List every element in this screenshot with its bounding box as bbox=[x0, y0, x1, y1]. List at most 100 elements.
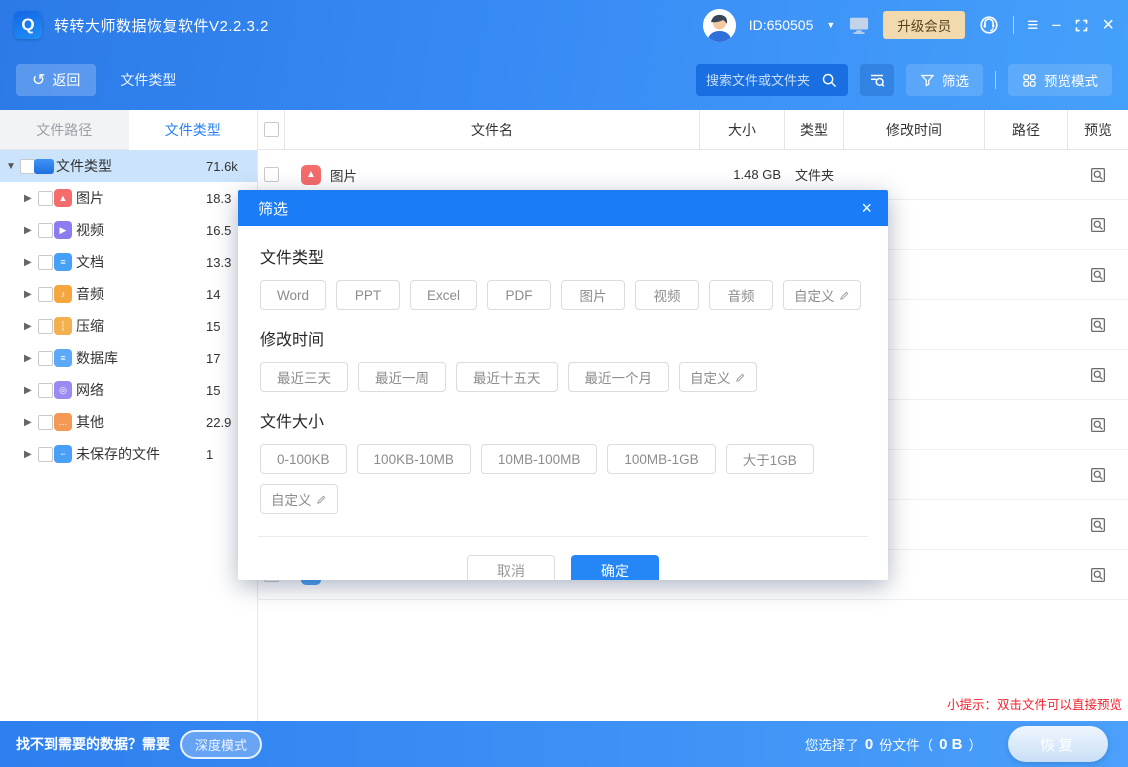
caret-right-icon[interactable]: ▶ bbox=[24, 321, 32, 332]
dialog-close-icon[interactable]: × bbox=[861, 199, 872, 217]
tree-item-archive[interactable]: ▶ ┆ 压缩 15 bbox=[0, 310, 257, 342]
tree-item-checkbox[interactable] bbox=[38, 447, 53, 462]
preview-icon[interactable] bbox=[1068, 516, 1128, 534]
tree-item-video[interactable]: ▶ ▶ 视频 16.5 bbox=[0, 214, 257, 246]
pencil-icon bbox=[316, 494, 327, 505]
row-checkbox[interactable] bbox=[264, 167, 279, 182]
preview-icon[interactable] bbox=[1068, 266, 1128, 284]
audio-icon: ♪ bbox=[54, 285, 72, 303]
chip-last-15-days[interactable]: 最近十五天 bbox=[456, 362, 558, 392]
preview-icon[interactable] bbox=[1068, 466, 1128, 484]
search-box[interactable] bbox=[696, 64, 848, 96]
caret-right-icon[interactable]: ▶ bbox=[24, 353, 32, 364]
avatar[interactable] bbox=[703, 9, 736, 42]
list-search-button[interactable] bbox=[860, 64, 894, 96]
caret-right-icon[interactable]: ▶ bbox=[24, 417, 32, 428]
tree-item-audio[interactable]: ▶ ♪ 音频 14 bbox=[0, 278, 257, 310]
preview-mode-label: 预览模式 bbox=[1044, 70, 1098, 90]
tree-item-checkbox[interactable] bbox=[38, 351, 53, 366]
tree-item-count: 18.3 bbox=[206, 191, 231, 206]
preview-mode-button[interactable]: 预览模式 bbox=[1008, 64, 1112, 96]
cancel-button[interactable]: 取消 bbox=[467, 555, 555, 580]
tree-root-file-type[interactable]: ▼ 文件类型 71.6k bbox=[0, 150, 257, 182]
upgrade-member-button[interactable]: 升级会员 bbox=[883, 11, 965, 39]
chip-100kb-10mb[interactable]: 100KB-10MB bbox=[357, 444, 471, 474]
caret-right-icon[interactable]: ▶ bbox=[24, 449, 32, 460]
tree-item-checkbox[interactable] bbox=[38, 319, 53, 334]
chip-custom-type[interactable]: 自定义 bbox=[783, 280, 861, 310]
tree-item-unsaved[interactable]: ▶ − 未保存的文件 1 bbox=[0, 438, 257, 470]
preview-icon[interactable] bbox=[1068, 366, 1128, 384]
app-title: 转转大师数据恢复软件V2.2.3.2 bbox=[54, 15, 269, 36]
chip-gt-1gb[interactable]: 大于1GB bbox=[726, 444, 814, 474]
tree-item-database[interactable]: ▶ ≡ 数据库 17 bbox=[0, 342, 257, 374]
chip-10mb-100mb[interactable]: 10MB-100MB bbox=[481, 444, 598, 474]
customer-service-icon[interactable] bbox=[978, 14, 1000, 36]
tree-item-label: 文档 bbox=[76, 252, 104, 272]
tree-item-document[interactable]: ▶ ≡ 文档 13.3 bbox=[0, 246, 257, 278]
tree-item-count: 15 bbox=[206, 319, 220, 334]
chip-100mb-1gb[interactable]: 100MB-1GB bbox=[607, 444, 715, 474]
tree-item-network[interactable]: ▶ ◎ 网络 15 bbox=[0, 374, 257, 406]
column-type: 类型 bbox=[785, 110, 844, 149]
tree-item-checkbox[interactable] bbox=[38, 415, 53, 430]
user-dropdown-icon[interactable]: ▼ bbox=[826, 20, 835, 30]
video-icon: ▶ bbox=[54, 221, 72, 239]
tree-item-checkbox[interactable] bbox=[38, 255, 53, 270]
minimize-button[interactable]: − bbox=[1051, 17, 1061, 34]
tree-item-checkbox[interactable] bbox=[38, 383, 53, 398]
chip-word[interactable]: Word bbox=[260, 280, 326, 310]
close-button[interactable]: × bbox=[1102, 15, 1114, 35]
chip-last-month[interactable]: 最近一个月 bbox=[568, 362, 670, 392]
dialog-divider bbox=[258, 536, 868, 537]
tree-item-checkbox[interactable] bbox=[38, 191, 53, 206]
chip-0-100kb[interactable]: 0-100KB bbox=[260, 444, 347, 474]
chip-ppt[interactable]: PPT bbox=[336, 280, 400, 310]
chip-image[interactable]: 图片 bbox=[561, 280, 625, 310]
back-button[interactable]: ↺ 返回 bbox=[16, 64, 96, 96]
filter-button[interactable]: 筛选 bbox=[906, 64, 983, 96]
file-size: 1.48 GB bbox=[700, 167, 785, 182]
preview-icon[interactable] bbox=[1068, 316, 1128, 334]
tab-file-path[interactable]: 文件路径 bbox=[0, 110, 129, 150]
confirm-button[interactable]: 确定 bbox=[571, 555, 659, 580]
tree-root-label: 文件类型 bbox=[56, 156, 112, 176]
tree-item-other[interactable]: ▶ … 其他 22.9 bbox=[0, 406, 257, 438]
search-icon[interactable] bbox=[821, 72, 838, 89]
recover-button[interactable]: 恢复 bbox=[1008, 726, 1108, 762]
chip-audio[interactable]: 音频 bbox=[709, 280, 773, 310]
select-all-checkbox[interactable] bbox=[264, 122, 279, 137]
file-type-chips: Word PPT Excel PDF 图片 视频 音频 自定义 bbox=[260, 280, 866, 310]
chip-excel[interactable]: Excel bbox=[410, 280, 477, 310]
preview-icon[interactable] bbox=[1068, 166, 1128, 184]
preview-icon[interactable] bbox=[1068, 216, 1128, 234]
tab-file-type[interactable]: 文件类型 bbox=[129, 110, 258, 150]
caret-down-icon[interactable]: ▼ bbox=[6, 161, 16, 172]
deep-mode-button[interactable]: 深度模式 bbox=[180, 730, 262, 759]
search-input[interactable] bbox=[706, 73, 821, 88]
caret-right-icon[interactable]: ▶ bbox=[24, 289, 32, 300]
caret-right-icon[interactable]: ▶ bbox=[24, 193, 32, 204]
chip-last-3-days[interactable]: 最近三天 bbox=[260, 362, 348, 392]
filter-label: 筛选 bbox=[942, 70, 969, 90]
tree-item-image[interactable]: ▶ ▲ 图片 18.3 bbox=[0, 182, 257, 214]
chip-pdf[interactable]: PDF bbox=[487, 280, 551, 310]
column-size: 大小 bbox=[700, 110, 785, 149]
monitor-icon[interactable] bbox=[848, 15, 870, 35]
chip-custom-size[interactable]: 自定义 bbox=[260, 484, 338, 514]
tree-item-checkbox[interactable] bbox=[38, 287, 53, 302]
tree-item-checkbox[interactable] bbox=[38, 223, 53, 238]
tree-item-label: 网络 bbox=[76, 380, 104, 400]
preview-icon[interactable] bbox=[1068, 416, 1128, 434]
maximize-button[interactable] bbox=[1074, 18, 1089, 33]
chip-last-week[interactable]: 最近一周 bbox=[358, 362, 446, 392]
pencil-icon bbox=[735, 372, 746, 383]
caret-right-icon[interactable]: ▶ bbox=[24, 225, 32, 236]
tree-root-checkbox[interactable] bbox=[20, 159, 35, 174]
chip-video[interactable]: 视频 bbox=[635, 280, 699, 310]
chip-custom-mtime[interactable]: 自定义 bbox=[679, 362, 757, 392]
menu-icon[interactable]: ≡ bbox=[1027, 16, 1038, 35]
caret-right-icon[interactable]: ▶ bbox=[24, 385, 32, 396]
preview-icon[interactable] bbox=[1068, 566, 1128, 584]
caret-right-icon[interactable]: ▶ bbox=[24, 257, 32, 268]
